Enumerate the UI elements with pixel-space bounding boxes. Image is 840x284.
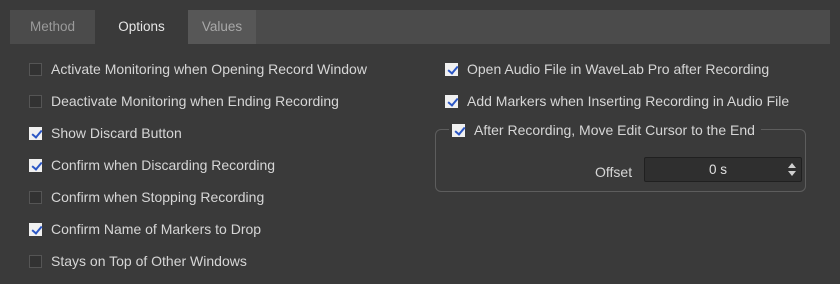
tab-values[interactable]: Values <box>188 10 256 44</box>
option-label: Confirm when Discarding Recording <box>51 157 276 173</box>
option-label: Deactivate Monitoring when Ending Record… <box>51 93 339 109</box>
option-confirm-marker-names[interactable]: Confirm Name of Markers to Drop <box>29 218 261 240</box>
option-move-edit-cursor[interactable]: After Recording, Move Edit Cursor to the… <box>449 119 761 141</box>
offset-spinbox[interactable]: 0 s <box>644 157 802 182</box>
option-confirm-stopping[interactable]: Confirm when Stopping Recording <box>29 186 264 208</box>
tab-bar: Method Options Values <box>10 10 830 44</box>
checkbox[interactable] <box>29 190 42 204</box>
option-add-markers[interactable]: Add Markers when Inserting Recording in … <box>445 90 789 112</box>
checkbox[interactable] <box>445 94 458 108</box>
option-label: Show Discard Button <box>51 125 182 141</box>
option-confirm-discarding[interactable]: Confirm when Discarding Recording <box>29 154 275 176</box>
option-show-discard-button[interactable]: Show Discard Button <box>29 122 182 144</box>
checkbox[interactable] <box>29 62 42 76</box>
tab-options[interactable]: Options <box>95 10 188 44</box>
checkbox[interactable] <box>29 222 42 236</box>
option-label: Activate Monitoring when Opening Record … <box>51 61 367 77</box>
tab-method[interactable]: Method <box>10 10 95 44</box>
option-stays-on-top[interactable]: Stays on Top of Other Windows <box>29 250 247 272</box>
option-deactivate-monitoring[interactable]: Deactivate Monitoring when Ending Record… <box>29 90 339 112</box>
arrow-down-icon[interactable] <box>788 171 796 176</box>
option-activate-monitoring[interactable]: Activate Monitoring when Opening Record … <box>29 58 367 80</box>
option-label: After Recording, Move Edit Cursor to the… <box>474 122 755 138</box>
checkbox[interactable] <box>452 123 465 137</box>
option-label: Open Audio File in WaveLab Pro after Rec… <box>467 61 770 77</box>
option-open-audio-file[interactable]: Open Audio File in WaveLab Pro after Rec… <box>445 58 769 80</box>
arrow-up-icon[interactable] <box>788 163 796 168</box>
offset-label: Offset <box>595 164 633 180</box>
checkbox[interactable] <box>29 158 42 172</box>
checkbox[interactable] <box>29 254 42 268</box>
spin-arrows-icon[interactable] <box>787 162 797 177</box>
option-label: Add Markers when Inserting Recording in … <box>467 93 790 109</box>
checkbox[interactable] <box>445 62 458 76</box>
checkbox[interactable] <box>29 94 42 108</box>
checkbox[interactable] <box>29 126 42 140</box>
option-label: Confirm Name of Markers to Drop <box>51 221 262 237</box>
option-label: Stays on Top of Other Windows <box>51 253 247 269</box>
offset-value[interactable]: 0 s <box>645 158 791 181</box>
option-label: Confirm when Stopping Recording <box>51 189 265 205</box>
